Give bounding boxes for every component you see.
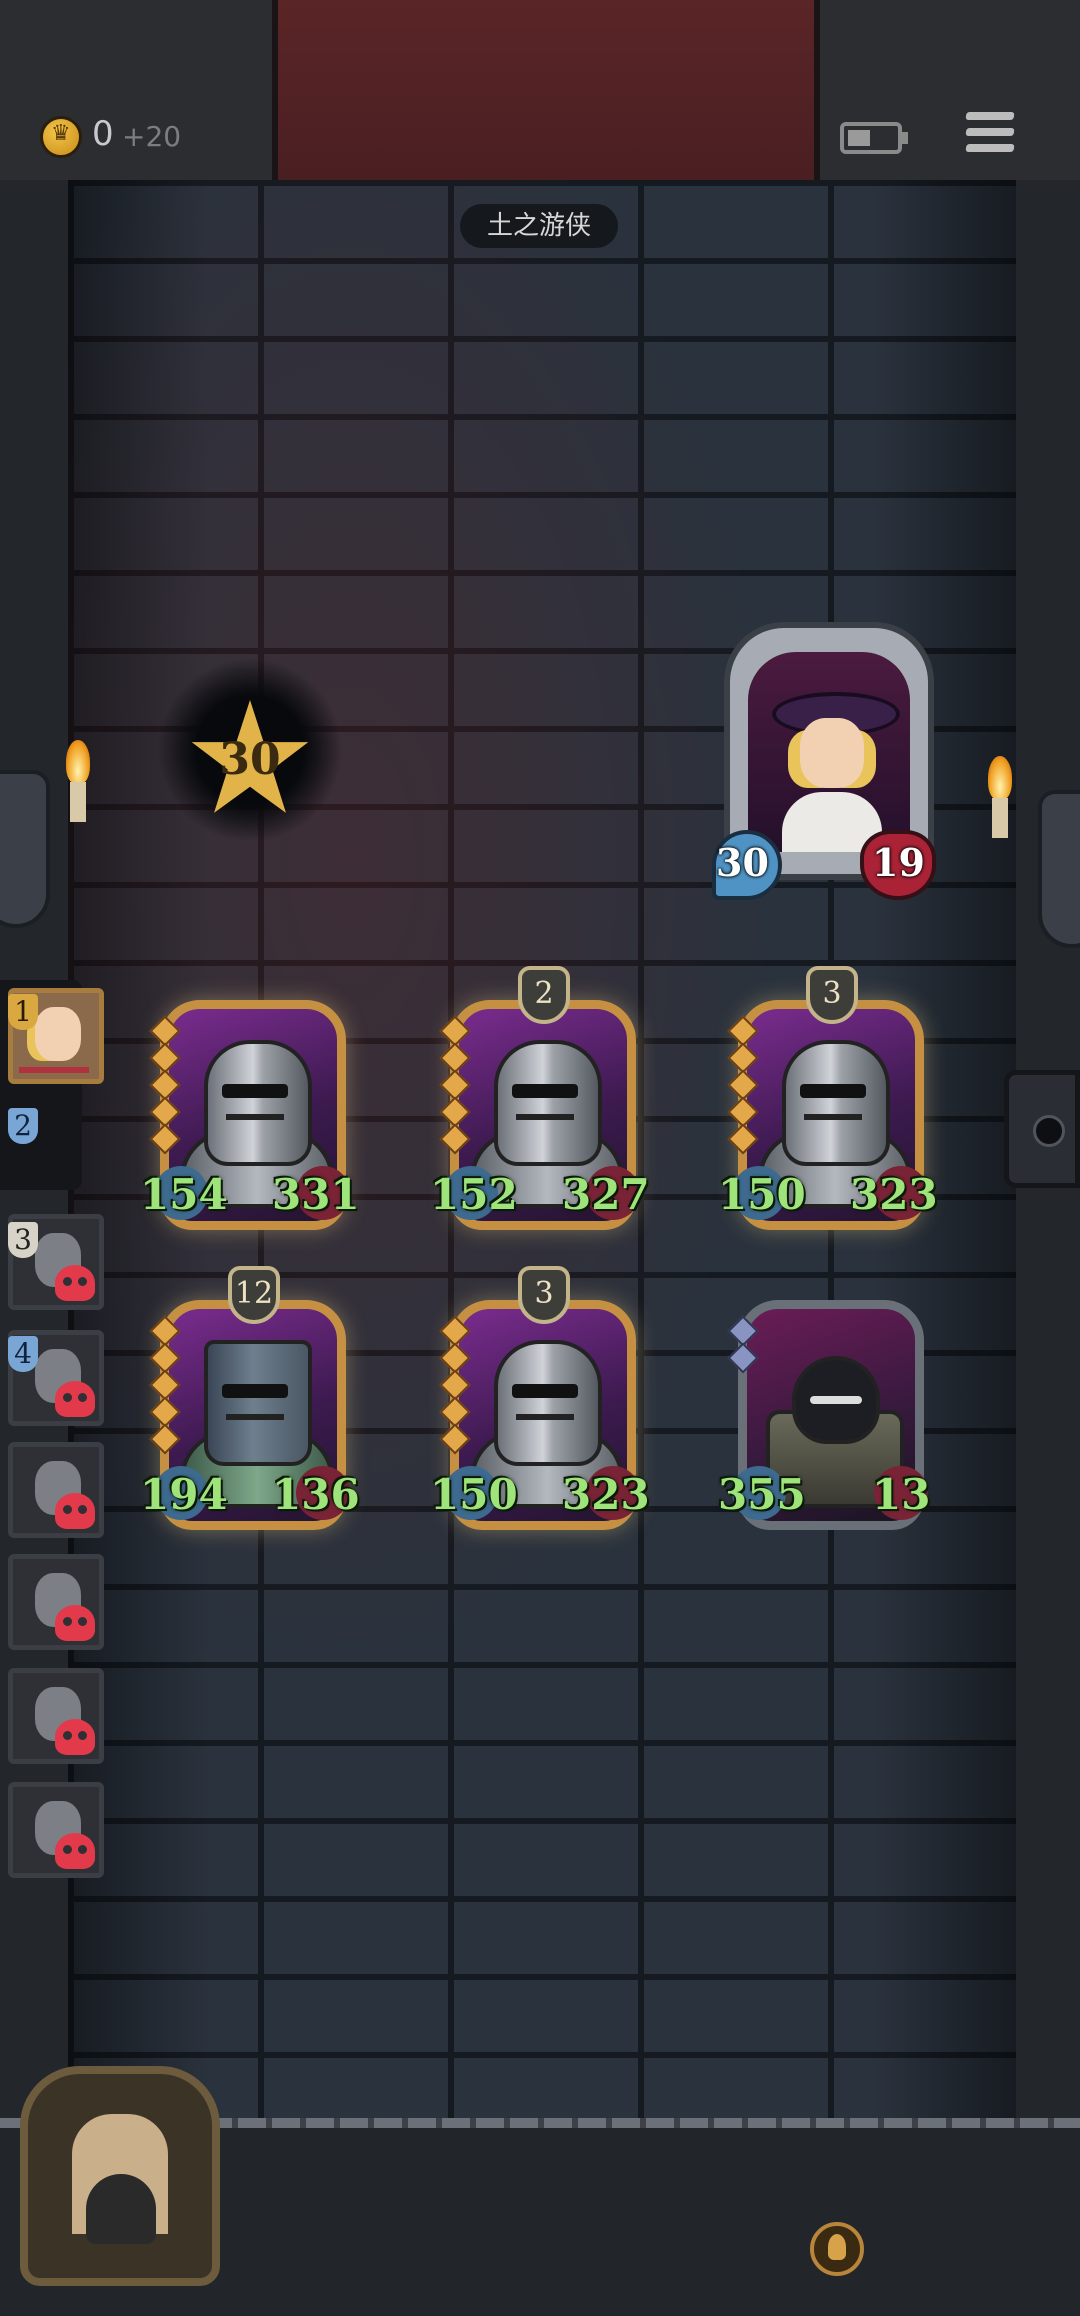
turn-number: 2 (8, 1108, 38, 1144)
unit-card-2[interactable]: 2 152 327 (430, 966, 650, 1230)
gold-amount: 0 (92, 114, 114, 154)
skull-icon (55, 1493, 95, 1529)
menu-icon[interactable] (965, 112, 1015, 160)
shop-button[interactable] (20, 2066, 220, 2286)
unit-attack: 355 (718, 1470, 806, 1519)
turn-slot-defeated[interactable] (8, 1668, 104, 1764)
turn-slot-defeated[interactable] (8, 1554, 104, 1650)
skull-icon (55, 1605, 95, 1641)
frank-helmet-icon (204, 1340, 312, 1466)
unit-card-6[interactable]: 355 13 (718, 1300, 930, 1530)
gold-coin-icon (40, 116, 82, 158)
unit-level: 3 (534, 1276, 554, 1311)
turn-slot-defeated[interactable] (8, 1442, 104, 1538)
unit-health: 323 (850, 1170, 938, 1219)
unit-level: 3 (822, 976, 842, 1011)
gold-gain: +20 (122, 120, 182, 153)
unit-card-4[interactable]: 12 194 136 (140, 1266, 360, 1530)
unit-level: 12 (234, 1276, 274, 1311)
left-torch-icon (60, 740, 96, 822)
unit-health: 327 (562, 1170, 650, 1219)
level-shield: 3 (518, 1266, 570, 1324)
turn-number: 4 (8, 1336, 38, 1372)
unit-level: 2 (534, 976, 554, 1011)
star-value: 30 (219, 734, 281, 785)
unit-attack: 154 (140, 1170, 228, 1219)
shadow-knight-icon (792, 1356, 880, 1444)
star-pips (727, 1315, 759, 1374)
unit-health: 136 (272, 1470, 360, 1519)
unit-health: 331 (272, 1170, 360, 1219)
skull-icon (55, 1833, 95, 1869)
knight-helmet-icon (494, 1040, 602, 1166)
turn-number: 3 (8, 1222, 38, 1258)
unit-attack: 150 (718, 1170, 806, 1219)
merchant-icon (86, 2174, 156, 2244)
turn-number: 1 (8, 994, 38, 1030)
skull-icon (55, 1381, 95, 1417)
turn-health-bar (19, 1067, 89, 1073)
knight-helmet-icon (204, 1040, 312, 1166)
battery-icon (840, 122, 908, 154)
level-shield: 12 (228, 1266, 280, 1324)
side-door-button[interactable] (1004, 1070, 1080, 1188)
unit-attack: 152 (430, 1170, 518, 1219)
unit-health: 323 (562, 1470, 650, 1519)
level-shield: 2 (518, 966, 570, 1024)
boss-health: 19 (872, 840, 925, 885)
relic-icon[interactable] (810, 2222, 864, 2276)
unit-attack: 150 (430, 1470, 518, 1519)
star-pips (439, 1315, 471, 1455)
boss-attack: 30 (716, 840, 769, 885)
knight-helmet-icon (494, 1340, 602, 1466)
boss-art (748, 652, 910, 852)
star-pips (149, 1315, 181, 1455)
turn-portrait (35, 1007, 81, 1061)
location-title: 土之游侠 (460, 204, 618, 248)
unit-attack: 194 (140, 1470, 228, 1519)
boss-face (800, 718, 864, 788)
turn-slot-defeated[interactable] (8, 1782, 104, 1878)
right-torch-icon (982, 756, 1018, 838)
stage-curtain (272, 0, 820, 180)
right-sconce (1038, 790, 1080, 948)
skull-icon (55, 1265, 95, 1301)
left-sconce (0, 770, 50, 928)
unit-card-5[interactable]: 3 150 323 (430, 1266, 650, 1530)
skull-icon (55, 1719, 95, 1755)
level-shield: 3 (806, 966, 858, 1024)
star-pips (149, 1015, 181, 1155)
knight-helmet-icon (782, 1040, 890, 1166)
unit-card-3[interactable]: 3 150 323 (718, 966, 938, 1230)
star-pips (727, 1015, 759, 1155)
star-pips (439, 1015, 471, 1155)
unit-health: 13 (872, 1470, 931, 1519)
unit-card-1[interactable]: 154 331 (140, 1000, 360, 1230)
